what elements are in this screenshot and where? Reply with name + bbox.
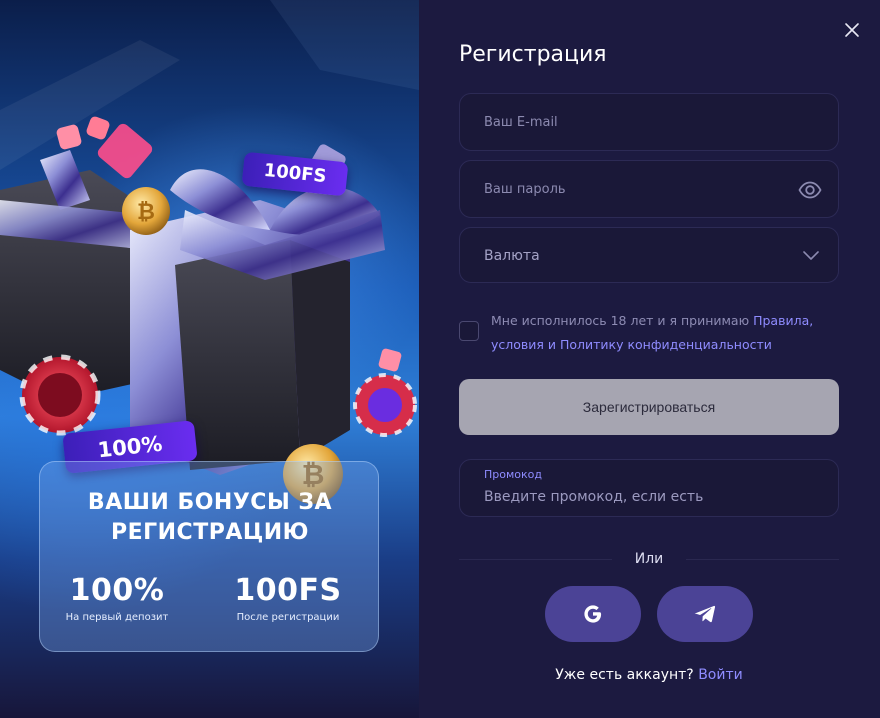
register-button[interactable]: Зарегистрироваться (459, 379, 839, 435)
google-icon (584, 605, 602, 623)
eye-icon[interactable] (798, 178, 822, 202)
login-prompt-text: Уже есть аккаунт? (555, 667, 694, 683)
currency-select-value: Валюта (484, 248, 540, 264)
password-input[interactable] (484, 161, 784, 219)
svg-text:₿: ₿ (137, 200, 155, 225)
bonus-stat-value: 100% (69, 573, 165, 608)
chevron-down-icon (803, 251, 819, 260)
terms-text: Мне исполнилось 18 лет и я принимаю Прав… (491, 309, 836, 357)
promo-code-input[interactable] (484, 487, 814, 507)
page-title: Регистрация (459, 42, 607, 67)
promo-code-field[interactable]: Промокод (459, 459, 839, 517)
close-button[interactable] (842, 20, 862, 40)
currency-select[interactable]: Валюта (459, 227, 839, 283)
promo-code-label: Промокод (484, 468, 542, 481)
bonus-card: ВАШИ БОНУСЫ ЗА РЕГИСТРАЦИЮ 100% На первы… (39, 461, 379, 652)
login-link[interactable]: Войти (698, 667, 743, 683)
terms-agreement: Мне исполнилось 18 лет и я принимаю Прав… (459, 309, 839, 357)
bonus-stat-deposit: 100% На первый депозит (42, 574, 192, 625)
telegram-login-button[interactable] (657, 586, 753, 642)
google-login-button[interactable] (545, 586, 641, 642)
promo-panel: ₿ ₿ 100FS 100% ВАШИ БОНУСЫ ЗА РЕГИСТРАЦИ… (0, 0, 419, 718)
terms-checkbox[interactable] (459, 321, 479, 341)
or-separator: Или (612, 548, 686, 570)
close-icon (845, 23, 859, 37)
bonus-stat-value: 100FS (234, 573, 342, 608)
email-input[interactable] (484, 94, 784, 152)
bonus-stat-caption: На первый депозит (65, 612, 169, 623)
telegram-icon (694, 605, 716, 623)
password-field[interactable] (459, 160, 839, 219)
email-field[interactable] (459, 93, 839, 152)
bonus-title: ВАШИ БОНУСЫ ЗА РЕГИСТРАЦИЮ (87, 490, 333, 545)
bonus-stat-caption: После регистрации (236, 612, 340, 623)
bonus-stat-free-spins: 100FS После регистрации (213, 574, 363, 625)
terms-text-prefix: Мне исполнилось 18 лет и я принимаю (491, 313, 754, 328)
login-prompt: Уже есть аккаунт? Войти (459, 664, 839, 686)
